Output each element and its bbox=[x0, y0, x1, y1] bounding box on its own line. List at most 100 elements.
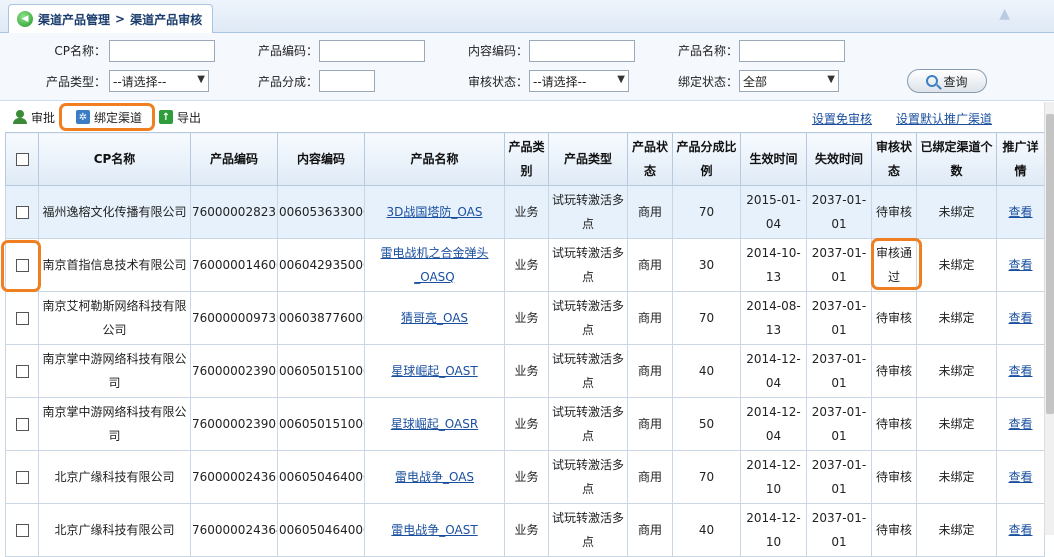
export-label: 导出 bbox=[177, 110, 202, 125]
product-code-cell: 760000014600 bbox=[190, 238, 278, 292]
set-exempt-link[interactable]: 设置免审核 bbox=[812, 110, 872, 127]
collapse-icon[interactable]: ▲ bbox=[999, 6, 1010, 22]
row-select-cell[interactable] bbox=[5, 397, 39, 451]
end-cell: 2037-01-01 bbox=[806, 344, 872, 398]
product-name-link[interactable]: 星球崛起_OASR bbox=[391, 417, 478, 431]
select-all-cell[interactable] bbox=[5, 132, 39, 186]
table-row[interactable]: 南京艾柯勒斯网络科技有限公司 760000009733 006038776000… bbox=[5, 291, 1045, 345]
bind-status-label: 绑定状态： bbox=[677, 75, 738, 89]
product-code-input[interactable] bbox=[319, 40, 425, 62]
type-cell: 试玩转激活多点 bbox=[548, 397, 628, 451]
content-code-cell: 006038776000 bbox=[277, 291, 365, 345]
row-select-cell[interactable] bbox=[5, 185, 39, 239]
tab-channel-product-audit[interactable]: ◀ 渠道产品管理 > 渠道产品审核 bbox=[8, 4, 214, 33]
product-name-input[interactable] bbox=[739, 40, 845, 62]
share-cell: 50 bbox=[672, 397, 741, 451]
content-code-input[interactable] bbox=[529, 40, 635, 62]
row-select-cell[interactable] bbox=[5, 291, 39, 345]
status-cell: 商用 bbox=[627, 503, 673, 557]
start-cell: 2014-12-04 bbox=[740, 344, 807, 398]
row-checkbox[interactable] bbox=[15, 524, 29, 537]
col-end-time: 失效时间 bbox=[806, 132, 872, 186]
type-cell: 试玩转激活多点 bbox=[548, 503, 628, 557]
col-product-name: 产品名称 bbox=[364, 132, 505, 186]
detail-cell: 查看 bbox=[996, 291, 1045, 345]
cp-name-cell: 南京首指信息技术有限公司 bbox=[38, 238, 191, 292]
product-share-input[interactable] bbox=[319, 70, 375, 92]
type-cell: 试玩转激活多点 bbox=[548, 185, 628, 239]
set-default-channel-link[interactable]: 设置默认推广渠道 bbox=[896, 110, 992, 127]
product-name-link[interactable]: 星球崛起_OAST bbox=[391, 364, 477, 378]
bind-status-select[interactable]: 全部 ▼ bbox=[739, 70, 839, 92]
view-detail-link[interactable]: 查看 bbox=[1008, 205, 1032, 219]
approve-button[interactable]: 审批 bbox=[13, 107, 55, 127]
share-cell: 70 bbox=[672, 450, 741, 504]
col-bound-count: 已绑定渠道个数 bbox=[916, 132, 997, 186]
table-row[interactable]: 南京掌中游网络科技有限公司 760000023905 006050151000 … bbox=[5, 397, 1045, 451]
view-detail-link[interactable]: 查看 bbox=[1008, 311, 1032, 325]
row-select-cell[interactable] bbox=[5, 344, 39, 398]
product-name-cell: 星球崛起_OAST bbox=[364, 344, 505, 398]
status-cell: 商用 bbox=[627, 185, 673, 239]
start-cell: 2014-12-10 bbox=[740, 503, 807, 557]
breadcrumb-sep: > bbox=[115, 12, 126, 26]
product-name-label: 产品名称： bbox=[677, 44, 738, 58]
product-name-link[interactable]: 3D战国塔防_OAS bbox=[387, 205, 483, 219]
cp-name-input[interactable] bbox=[109, 40, 215, 62]
detail-cell: 查看 bbox=[996, 397, 1045, 451]
highlight-audit-passed bbox=[871, 238, 922, 290]
query-label: 查询 bbox=[943, 74, 968, 89]
audit-status-value: --请选择-- bbox=[533, 74, 587, 89]
category-cell: 业务 bbox=[504, 185, 549, 239]
product-name-link[interactable]: 雷电战争_OAS bbox=[395, 470, 474, 484]
table-row[interactable]: 北京广缘科技有限公司 760000024364 006050464000 雷电战… bbox=[5, 503, 1045, 557]
view-detail-link[interactable]: 查看 bbox=[1008, 417, 1032, 431]
audit-cell: 待审核 bbox=[871, 291, 917, 345]
type-cell: 试玩转激活多点 bbox=[548, 238, 628, 292]
query-button[interactable]: 查询 bbox=[907, 69, 987, 93]
row-checkbox[interactable] bbox=[15, 312, 29, 325]
product-name-link[interactable]: 雷电战机之合金弹头_OASQ bbox=[380, 246, 488, 284]
view-detail-link[interactable]: 查看 bbox=[1008, 470, 1032, 484]
row-select-cell[interactable] bbox=[5, 503, 39, 557]
product-name-cell: 雷电战争_OAST bbox=[364, 503, 505, 557]
col-promo-detail: 推广详情 bbox=[996, 132, 1045, 186]
vertical-scrollbar[interactable] bbox=[1044, 102, 1054, 535]
table-row[interactable]: 南京掌中游网络科技有限公司 760000023903 006050151000 … bbox=[5, 344, 1045, 398]
row-checkbox[interactable] bbox=[15, 471, 29, 484]
product-name-link[interactable]: 猜哥亮_OAS bbox=[401, 311, 468, 325]
row-checkbox[interactable] bbox=[15, 418, 29, 431]
status-cell: 商用 bbox=[627, 291, 673, 345]
tab-bar: ◀ 渠道产品管理 > 渠道产品审核 ▲ bbox=[0, 0, 1054, 33]
category-cell: 业务 bbox=[504, 291, 549, 345]
cp-name-cell: 福州逸榕文化传播有限公司 bbox=[38, 185, 191, 239]
table-row[interactable]: 福州逸榕文化传播有限公司 760000028233 006053633000 3… bbox=[5, 185, 1045, 239]
bind-status-value: 全部 bbox=[743, 74, 768, 89]
toolbar: 审批 ✲ 绑定渠道 ↑ 导出 设置免审核 设置默认推广渠道 bbox=[0, 102, 1044, 132]
breadcrumb-part1: 渠道产品管理 bbox=[38, 12, 111, 27]
row-checkbox[interactable] bbox=[15, 206, 29, 219]
col-product-code: 产品编码 bbox=[190, 132, 278, 186]
col-content-code: 内容编码 bbox=[277, 132, 365, 186]
cp-name-label: CP名称： bbox=[54, 44, 106, 58]
export-button[interactable]: ↑ 导出 bbox=[159, 107, 201, 127]
table-row[interactable]: 北京广缘科技有限公司 760000024363 006050464000 雷电战… bbox=[5, 450, 1045, 504]
bound-cell: 未绑定 bbox=[916, 397, 997, 451]
audit-cell: 待审核 bbox=[871, 344, 917, 398]
product-type-select[interactable]: --请选择-- ▼ bbox=[109, 70, 209, 92]
product-code-label: 产品编码： bbox=[257, 44, 318, 58]
share-cell: 40 bbox=[672, 503, 741, 557]
start-cell: 2014-10-13 bbox=[740, 238, 807, 292]
audit-cell: 待审核 bbox=[871, 185, 917, 239]
scrollbar-thumb[interactable] bbox=[1046, 114, 1054, 414]
cp-name-cell: 南京掌中游网络科技有限公司 bbox=[38, 344, 191, 398]
row-checkbox[interactable] bbox=[15, 365, 29, 378]
row-select-cell[interactable] bbox=[5, 450, 39, 504]
chevron-down-icon: ▼ bbox=[197, 74, 205, 85]
select-all-checkbox[interactable] bbox=[15, 153, 29, 166]
share-cell: 70 bbox=[672, 291, 741, 345]
audit-status-select[interactable]: --请选择-- ▼ bbox=[529, 70, 629, 92]
view-detail-link[interactable]: 查看 bbox=[1008, 258, 1032, 272]
cp-name-cell: 南京艾柯勒斯网络科技有限公司 bbox=[38, 291, 191, 345]
view-detail-link[interactable]: 查看 bbox=[1008, 364, 1032, 378]
